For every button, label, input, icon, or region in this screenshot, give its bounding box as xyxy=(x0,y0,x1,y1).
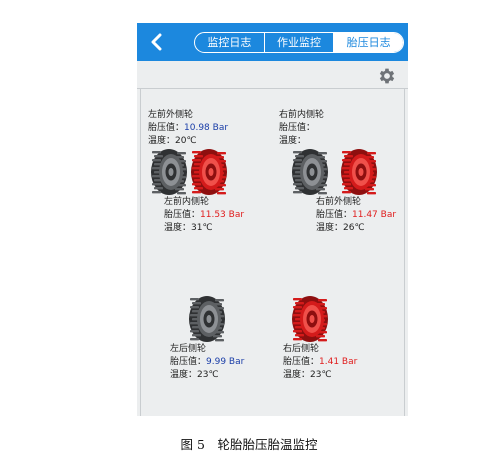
tire-front-left-inner[interactable] xyxy=(189,147,229,197)
temperature-label: 温度： xyxy=(148,136,176,146)
tire-name: 右前外侧轮 xyxy=(316,197,362,207)
pressure-value: 11.47 Bar xyxy=(352,210,397,220)
tab-tire-pressure-log[interactable]: 胎压日志 xyxy=(334,33,403,52)
phone-screen: 监控日志 作业监控 胎压日志 左前外侧轮 胎压值：10.98 Bar 温度：20… xyxy=(137,23,408,416)
right-border xyxy=(404,89,405,416)
pressure-value: 10.98 Bar xyxy=(184,123,229,133)
tire-name: 左后侧轮 xyxy=(170,344,207,354)
back-button[interactable] xyxy=(145,29,169,55)
tire-front-right-outer[interactable] xyxy=(339,147,379,197)
tab-work-monitor[interactable]: 作业监控 xyxy=(265,33,335,52)
header-divider xyxy=(137,88,408,89)
temperature-label: 温度： xyxy=(316,223,344,233)
tire-info-front-right-outer: 右前外侧轮 胎压值：11.47 Bar 温度：26℃ xyxy=(316,196,396,235)
tire-rear-left[interactable] xyxy=(187,294,227,344)
top-bar: 监控日志 作业监控 胎压日志 xyxy=(137,23,408,61)
temperature-value: 23℃ xyxy=(197,370,219,380)
tire-name: 右后侧轮 xyxy=(283,344,320,354)
tab-monitor-log[interactable]: 监控日志 xyxy=(195,33,265,52)
pressure-value: 11.53 Bar xyxy=(200,210,245,220)
pressure-label: 胎压值： xyxy=(283,357,320,367)
tire-info-rear-left: 左后侧轮 胎压值：9.99 Bar 温度：23℃ xyxy=(170,343,244,382)
temperature-value: 26℃ xyxy=(343,223,365,233)
temperature-label: 温度： xyxy=(279,136,307,146)
tire-info-front-left-outer: 左前外侧轮 胎压值：10.98 Bar 温度：20℃ xyxy=(148,109,228,148)
temperature-label: 温度： xyxy=(170,370,198,380)
pressure-label: 胎压值： xyxy=(279,123,316,133)
temperature-label: 温度： xyxy=(164,223,192,233)
temperature-value: 23℃ xyxy=(310,370,332,380)
pressure-label: 胎压值： xyxy=(148,123,185,133)
tire-rear-right[interactable] xyxy=(290,294,330,344)
tire-front-left-outer[interactable] xyxy=(149,147,189,197)
pressure-value: 1.41 Bar xyxy=(319,357,358,367)
tire-name: 左前内侧轮 xyxy=(164,197,210,207)
left-border xyxy=(140,89,141,416)
pressure-label: 胎压值： xyxy=(164,210,201,220)
pressure-label: 胎压值： xyxy=(170,357,207,367)
tire-info-front-left-inner: 左前内侧轮 胎压值：11.53 Bar 温度：31℃ xyxy=(164,196,244,235)
figure-caption: 图 5 轮胎胎压胎温监控 xyxy=(180,437,318,452)
temperature-value: 31℃ xyxy=(191,223,213,233)
temperature-label: 温度： xyxy=(283,370,311,380)
tire-name: 左前外侧轮 xyxy=(148,110,194,120)
tire-front-right-inner[interactable] xyxy=(290,147,330,197)
back-arrow-icon xyxy=(151,33,162,51)
pressure-label: 胎压值： xyxy=(316,210,353,220)
tire-info-front-right-inner: 右前内侧轮 胎压值： 温度： xyxy=(279,109,324,148)
tire-info-rear-right: 右后侧轮 胎压值：1.41 Bar 温度：23℃ xyxy=(283,343,357,382)
pressure-value: 9.99 Bar xyxy=(206,357,245,367)
tire-name: 右前内侧轮 xyxy=(279,110,325,120)
gear-icon[interactable] xyxy=(377,66,397,86)
tab-switcher: 监控日志 作业监控 胎压日志 xyxy=(194,32,404,53)
temperature-value: 20℃ xyxy=(175,136,197,146)
